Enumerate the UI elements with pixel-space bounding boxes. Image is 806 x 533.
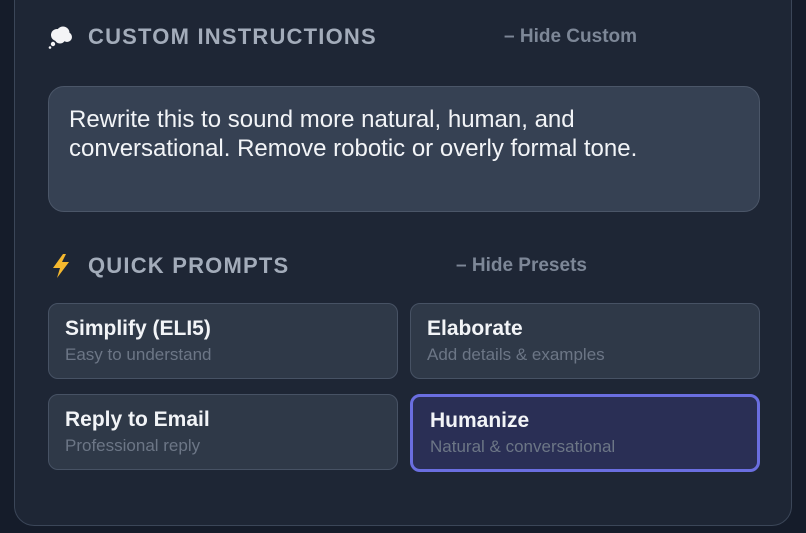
preset-reply-to-email[interactable]: Reply to Email Professional reply <box>48 394 398 470</box>
preset-title: Humanize <box>430 409 530 432</box>
preset-elaborate[interactable]: Elaborate Add details & examples <box>410 303 760 379</box>
custom-instructions-header: CUSTOM INSTRUCTIONS <box>48 24 377 50</box>
preset-title: Simplify (ELI5) <box>65 317 211 340</box>
preset-subtitle: Professional reply <box>65 436 201 455</box>
preset-subtitle: Easy to understand <box>65 345 212 364</box>
hide-custom-button[interactable]: – Hide Custom <box>504 26 637 48</box>
thought-bubble-icon <box>48 24 74 50</box>
quick-prompts-title: QUICK PROMPTS <box>88 253 290 278</box>
preset-title: Reply to Email <box>65 408 210 431</box>
preset-humanize[interactable]: Humanize Natural & conversational <box>410 394 760 472</box>
preset-simplify[interactable]: Simplify (ELI5) Easy to understand <box>48 303 398 379</box>
quick-prompts-header: QUICK PROMPTS <box>48 253 289 279</box>
custom-instructions-textarea[interactable]: Rewrite this to sound more natural, huma… <box>48 86 760 212</box>
hide-presets-button[interactable]: – Hide Presets <box>456 255 587 277</box>
lightning-icon <box>48 253 74 279</box>
preset-subtitle: Natural & conversational <box>430 437 616 456</box>
preset-title: Elaborate <box>427 317 523 340</box>
custom-instructions-title: CUSTOM INSTRUCTIONS <box>88 24 377 49</box>
preset-subtitle: Add details & examples <box>427 345 605 364</box>
